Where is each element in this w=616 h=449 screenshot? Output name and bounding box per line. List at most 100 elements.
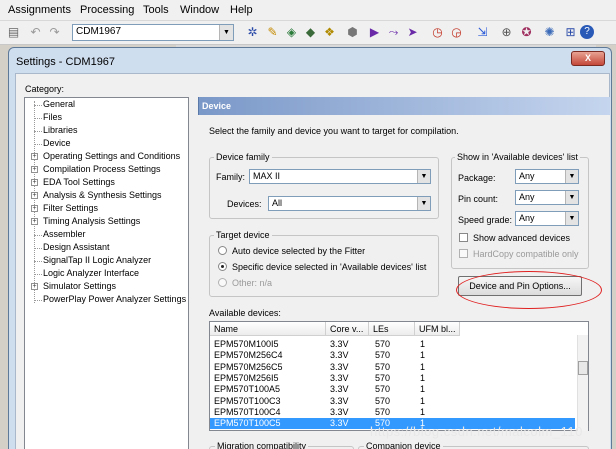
table-row[interactable]: EPM570T100C4 3.3V 570 1 bbox=[210, 407, 575, 418]
menu-tools[interactable]: Tools bbox=[143, 4, 169, 16]
expand-icon[interactable]: + bbox=[31, 153, 38, 160]
pin-count-select[interactable]: Any ▼ bbox=[515, 190, 579, 205]
timing-icon[interactable]: ◶ bbox=[448, 24, 465, 41]
close-button[interactable]: X bbox=[571, 51, 605, 66]
tree-item[interactable]: Device bbox=[43, 138, 71, 148]
menu-assignments[interactable]: Assignments bbox=[8, 4, 71, 16]
page-header: Device bbox=[202, 101, 232, 111]
tree-item[interactable]: Design Assistant bbox=[43, 242, 110, 252]
package-select[interactable]: Any ▼ bbox=[515, 169, 579, 184]
pin-planner-icon[interactable]: ❖ bbox=[321, 24, 338, 41]
netlist-viewer-icon[interactable]: ⊕ bbox=[498, 24, 515, 41]
family-select[interactable]: MAX II ▼ bbox=[249, 169, 431, 184]
chevron-down-icon[interactable]: ▼ bbox=[417, 197, 430, 210]
chip-planner-icon[interactable]: ✲ bbox=[244, 24, 261, 41]
table-row[interactable]: EPM570M256I5 3.3V 570 1 bbox=[210, 373, 575, 384]
chevron-down-icon[interactable]: ▼ bbox=[565, 170, 578, 183]
cell-core: 3.3V bbox=[330, 350, 349, 361]
scrollbar-thumb[interactable] bbox=[578, 361, 588, 375]
tree-connector bbox=[34, 105, 42, 106]
cell-ufm: 1 bbox=[420, 350, 426, 361]
chevron-down-icon[interactable]: ▼ bbox=[565, 212, 578, 225]
speed-grade-select[interactable]: Any ▼ bbox=[515, 211, 579, 226]
family-value: MAX II bbox=[253, 171, 281, 181]
tree-item[interactable]: PowerPlay Power Analyzer Settings bbox=[43, 294, 186, 304]
tree-connector bbox=[34, 235, 42, 236]
analysis-icon[interactable]: ⤳ bbox=[385, 24, 402, 41]
cell-name: EPM570T100A5 bbox=[214, 384, 281, 395]
devices-select[interactable]: All ▼ bbox=[268, 196, 431, 211]
chip-editor-icon[interactable]: ⊞ bbox=[562, 24, 579, 41]
table-row[interactable]: EPM570M256C5 3.3V 570 1 bbox=[210, 362, 575, 373]
undo-icon[interactable]: ↶ bbox=[27, 24, 44, 41]
radio-other-device[interactable] bbox=[218, 278, 227, 287]
stop-icon[interactable]: ⬢ bbox=[344, 24, 361, 41]
start-compilation-icon[interactable]: ▶ bbox=[366, 24, 383, 41]
table-row[interactable]: EPM570T100A5 3.3V 570 1 bbox=[210, 384, 575, 395]
radio-specific-device-label: Specific device selected in 'Available d… bbox=[232, 262, 427, 272]
expand-icon[interactable]: + bbox=[31, 283, 38, 290]
tree-item[interactable]: Operating Settings and Conditions bbox=[43, 151, 180, 161]
tree-item[interactable]: Simulator Settings bbox=[43, 281, 116, 291]
table-row[interactable]: EPM570M256C4 3.3V 570 1 bbox=[210, 350, 575, 361]
table-row[interactable]: EPM570T100C3 3.3V 570 1 bbox=[210, 396, 575, 407]
tree-connector bbox=[34, 300, 42, 301]
tree-item[interactable]: General bbox=[43, 99, 75, 109]
tree-item[interactable]: Analysis & Synthesis Settings bbox=[43, 190, 162, 200]
radio-auto-device[interactable] bbox=[218, 246, 227, 255]
tree-item[interactable]: Files bbox=[43, 112, 62, 122]
page-header-bar bbox=[198, 97, 610, 115]
simulator-icon[interactable]: ⇲ bbox=[474, 24, 491, 41]
menu-bar: Assignments Processing Tools Window Help bbox=[0, 0, 616, 21]
expand-icon[interactable]: + bbox=[31, 192, 38, 199]
programmer-icon[interactable]: ✺ bbox=[541, 24, 558, 41]
tree-item[interactable]: Assembler bbox=[43, 229, 86, 239]
chevron-down-icon[interactable]: ▼ bbox=[219, 25, 233, 40]
cell-les: 570 bbox=[375, 395, 391, 406]
chevron-down-icon[interactable]: ▼ bbox=[565, 191, 578, 204]
tree-item[interactable]: Timing Analysis Settings bbox=[43, 216, 140, 226]
tree-item[interactable]: EDA Tool Settings bbox=[43, 177, 115, 187]
available-devices-list[interactable]: Name Core v... LEs UFM bl... EPM570M100I… bbox=[209, 321, 589, 431]
assignment-icon[interactable]: ◆ bbox=[302, 24, 319, 41]
cell-les: 570 bbox=[375, 372, 391, 383]
show-advanced-checkbox[interactable] bbox=[459, 233, 468, 242]
tree-item[interactable]: Compilation Process Settings bbox=[43, 164, 161, 174]
settings-tool-icon[interactable]: ◈ bbox=[283, 24, 300, 41]
cell-ufm: 1 bbox=[420, 384, 426, 395]
signaltap-icon[interactable]: ✪ bbox=[518, 24, 535, 41]
tree-item[interactable]: Libraries bbox=[43, 125, 78, 135]
menu-window[interactable]: Window bbox=[180, 4, 219, 16]
expand-icon[interactable]: + bbox=[31, 166, 38, 173]
pencil-icon[interactable]: ✎ bbox=[264, 24, 281, 41]
cell-ufm: 1 bbox=[420, 372, 426, 383]
timing-analyzer-icon[interactable]: ◷ bbox=[429, 24, 446, 41]
expand-icon[interactable]: + bbox=[31, 205, 38, 212]
column-header-ufm-blocks[interactable]: UFM bl... bbox=[415, 322, 460, 336]
chevron-down-icon[interactable]: ▼ bbox=[417, 170, 430, 183]
tree-connector bbox=[34, 261, 42, 262]
redo-icon[interactable]: ↷ bbox=[46, 24, 63, 41]
print-icon[interactable]: ▤ bbox=[5, 24, 22, 41]
tree-item[interactable]: Logic Analyzer Interface bbox=[43, 268, 139, 278]
expand-icon[interactable]: + bbox=[31, 179, 38, 186]
table-row[interactable]: EPM570M100I5 3.3V 570 1 bbox=[210, 339, 575, 350]
column-header-les[interactable]: LEs bbox=[369, 322, 415, 336]
cell-ufm: 1 bbox=[420, 395, 426, 406]
column-header-name[interactable]: Name bbox=[210, 322, 326, 336]
menu-processing[interactable]: Processing bbox=[80, 4, 134, 16]
list-scrollbar[interactable] bbox=[577, 335, 588, 431]
column-header-core-voltage[interactable]: Core v... bbox=[326, 322, 369, 336]
tree-item[interactable]: SignalTap II Logic Analyzer bbox=[43, 255, 151, 265]
device-family-group-label: Device family bbox=[214, 152, 272, 162]
fitter-icon[interactable]: ➤ bbox=[404, 24, 421, 41]
expand-icon[interactable]: + bbox=[31, 218, 38, 225]
devices-label: Devices: bbox=[227, 199, 262, 209]
cell-name: EPM570T100C5 bbox=[214, 418, 281, 429]
project-select[interactable]: CDM1967 ▼ bbox=[72, 24, 234, 41]
radio-specific-device[interactable] bbox=[218, 262, 227, 271]
menu-help[interactable]: Help bbox=[230, 4, 253, 16]
hardcopy-checkbox[interactable] bbox=[459, 249, 468, 258]
help-icon[interactable]: ? bbox=[580, 25, 594, 39]
tree-item[interactable]: Filter Settings bbox=[43, 203, 98, 213]
